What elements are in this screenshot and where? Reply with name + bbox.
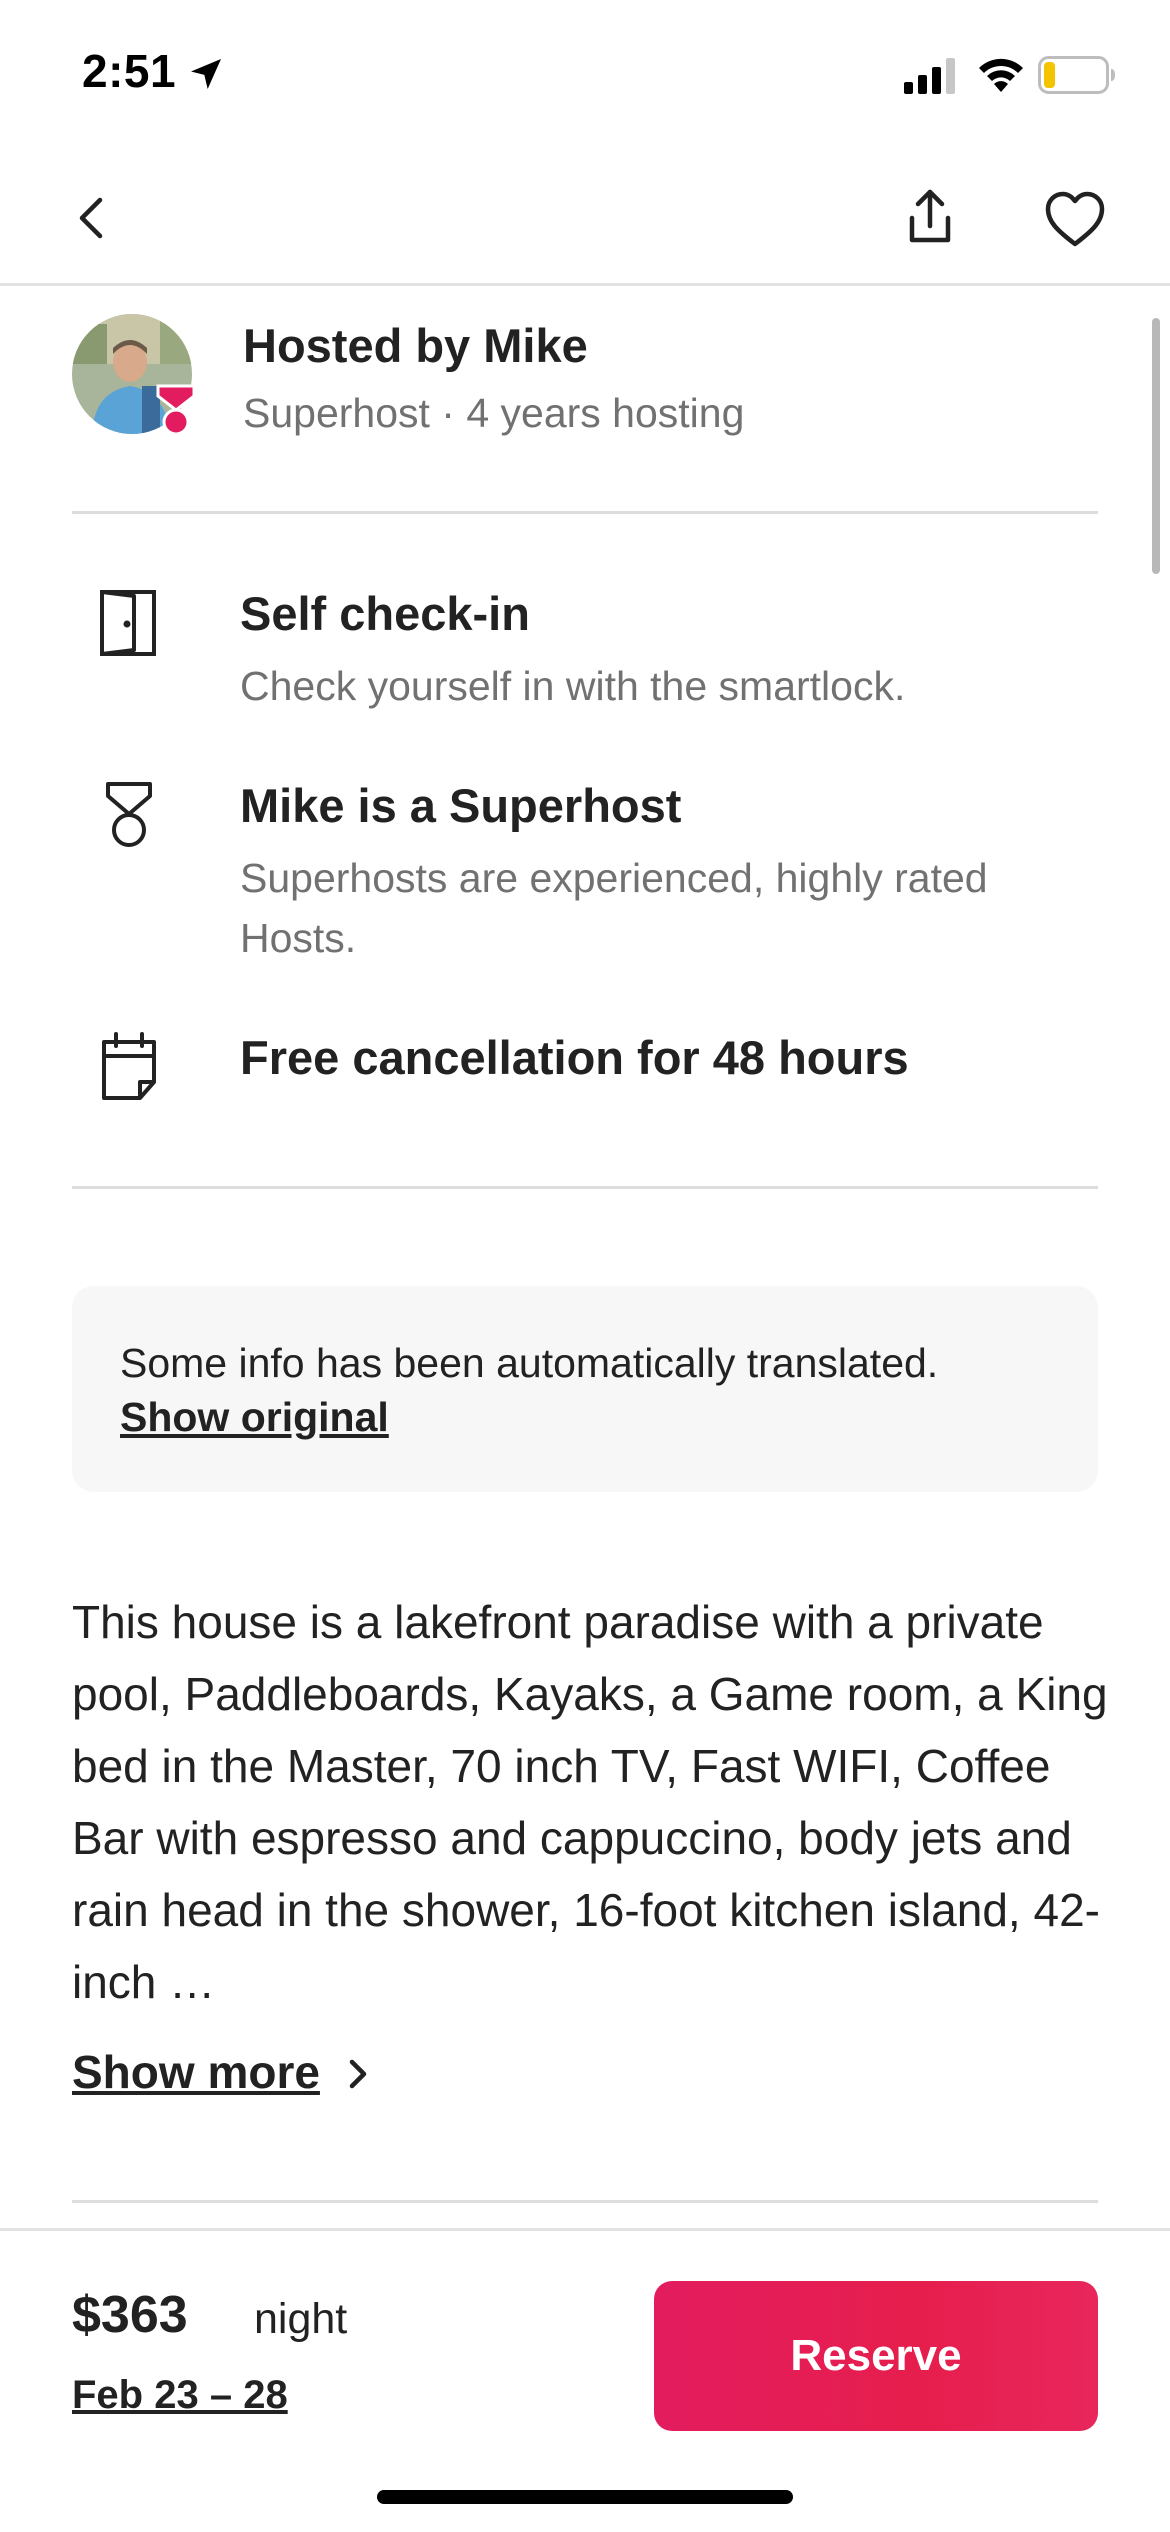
- top-nav-bar: [0, 150, 1170, 286]
- listing-description: This house is a lakefront paradise with …: [72, 1596, 1108, 2008]
- battery-icon: [1038, 56, 1115, 94]
- translation-notice: Some info has been automatically transla…: [72, 1286, 1098, 1492]
- highlight-superhost: Mike is a Superhost Superhosts are exper…: [72, 778, 1098, 968]
- cellular-signal-icon: [904, 58, 955, 94]
- highlight-description: Superhosts are experienced, highly rated…: [240, 855, 988, 961]
- host-subtitle: Superhost · 4 years hosting: [243, 390, 745, 436]
- status-bar: 2:51: [0, 0, 1170, 150]
- superhost-badge-icon: [156, 384, 196, 436]
- highlight-title: Self check-in: [240, 587, 530, 640]
- divider: [72, 1186, 1098, 1189]
- chevron-right-icon[interactable]: [342, 2056, 374, 2092]
- show-original-link[interactable]: Show original: [120, 1390, 389, 1444]
- superhost-medal-icon: [106, 782, 152, 847]
- listing-screen: 2:51 Hosted by Mike Superhost · 4 years …: [0, 0, 1170, 2532]
- back-chevron-icon[interactable]: [60, 186, 124, 250]
- highlight-free-cancellation[interactable]: Free cancellation for 48 hours: [72, 1030, 1098, 1120]
- translation-notice-text: Some info has been automatically transla…: [120, 1340, 939, 1386]
- divider: [72, 2200, 1098, 2203]
- host-row[interactable]: Hosted by Mike Superhost · 4 years hosti…: [72, 310, 1098, 440]
- highlight-title: Mike is a Superhost: [240, 779, 682, 832]
- show-more-link[interactable]: Show more: [72, 2040, 320, 2104]
- booking-footer: $363 night Feb 23 – 28 Reserve: [0, 2228, 1170, 2532]
- highlight-description: Check yourself in with the smartlock.: [240, 663, 906, 709]
- share-icon[interactable]: [896, 182, 964, 250]
- wifi-icon: [979, 58, 1023, 92]
- door-icon: [100, 590, 156, 656]
- scroll-indicator[interactable]: [1152, 318, 1160, 574]
- divider: [72, 511, 1098, 514]
- home-indicator[interactable]: [377, 2490, 793, 2504]
- highlight-title: Free cancellation for 48 hours: [240, 1031, 909, 1084]
- reserve-button[interactable]: Reserve: [654, 2281, 1098, 2431]
- highlight-self-check-in: Self check-in Check yourself in with the…: [72, 586, 1098, 716]
- host-title: Hosted by Mike: [243, 319, 588, 372]
- status-time: 2:51: [82, 45, 177, 97]
- nightly-price: $363: [72, 2286, 188, 2344]
- price-unit: night: [254, 2295, 348, 2343]
- location-arrow-icon: [191, 59, 221, 89]
- heart-icon[interactable]: [1040, 184, 1110, 254]
- booking-dates-link[interactable]: Feb 23 – 28: [72, 2373, 288, 2418]
- calendar-icon: [102, 1032, 156, 1100]
